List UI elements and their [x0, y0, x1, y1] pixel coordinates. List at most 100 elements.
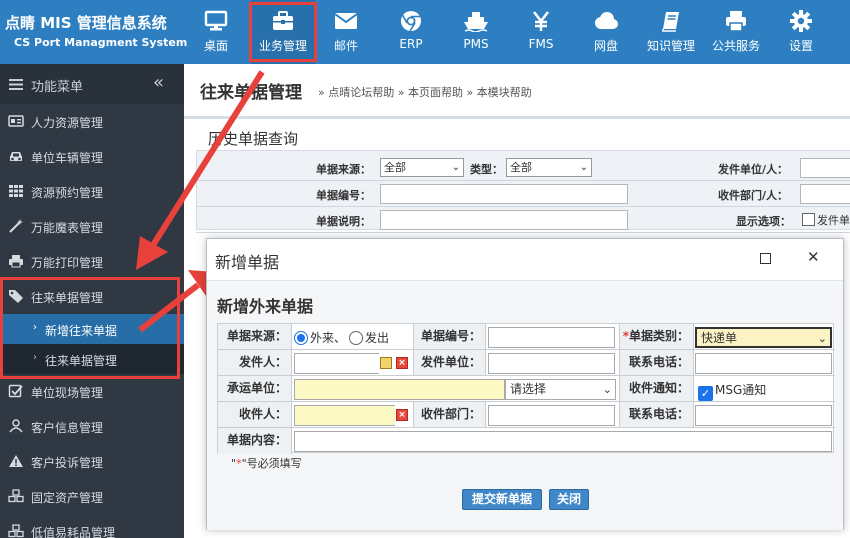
mail-icon — [314, 10, 378, 32]
sidebar-item-printing[interactable]: 万能打印管理 — [0, 244, 184, 279]
filter-desc-input[interactable] — [380, 210, 628, 230]
sender-input[interactable] — [294, 353, 379, 374]
filter-display-option[interactable]: 发件单 — [802, 212, 850, 228]
clear-icon[interactable]: × — [396, 409, 408, 421]
filter-row: 单据编号： 收件部门/人： — [196, 181, 850, 207]
carrier-input[interactable] — [294, 379, 505, 400]
sidebar-item-complaints[interactable]: 客户投诉管理 — [0, 444, 184, 479]
filter-sender-input[interactable] — [800, 158, 850, 178]
phone-label: 联系电话： — [620, 350, 694, 376]
carrier-cell: 请选择 ⌄ — [292, 376, 620, 402]
filter-row: 单据说明： 显示选项： 发件单 — [196, 207, 850, 233]
sidebar-item-magic-tables[interactable]: 万能魔表管理 — [0, 209, 184, 244]
filter-type-select[interactable]: 全部 ⌄ — [506, 158, 592, 177]
gear-icon — [769, 10, 833, 32]
nav-public-services[interactable]: 公共服务 — [704, 0, 768, 64]
clear-icon[interactable]: × — [396, 357, 408, 369]
sidebar-item-consumables[interactable]: 低值易耗品管理 — [0, 514, 184, 538]
grid-icon — [9, 185, 23, 197]
receiver-dept-input[interactable] — [488, 405, 615, 426]
nav-erp[interactable]: ERP — [379, 0, 443, 64]
content-label: 单据内容： — [218, 428, 292, 454]
document-number-input[interactable] — [488, 327, 615, 348]
source-label: 单据来源： — [218, 324, 292, 350]
notify-cell: ✓ MSG通知 — [694, 376, 835, 402]
dialog-titlebar[interactable]: 新增单据 ✕ — [207, 239, 843, 279]
history-query-title: 历史单据查询 — [208, 130, 299, 148]
dialog-body: 新增外来单据 单据来源： 外来、 发出 单据编号： *单据类别： 快递单 ⌄ 发件… — [207, 280, 843, 530]
number-label: 单据编号： — [414, 324, 486, 350]
nav-fms[interactable]: FMS — [509, 0, 573, 64]
user-icon — [9, 419, 23, 433]
maximize-button[interactable] — [760, 253, 771, 264]
sidebar-item-label: 单位车辆管理 — [31, 151, 104, 165]
cubes-icon — [8, 489, 24, 503]
filter-sender-label: 发件单位/人： — [718, 163, 789, 176]
source-cell: 外来、 发出 — [292, 324, 414, 350]
filter-source-select[interactable]: 全部 ⌄ — [380, 158, 464, 177]
sidebar-item-customers[interactable]: 客户信息管理 — [0, 409, 184, 444]
receiver-dept-label: 收件部门： — [414, 402, 486, 428]
submit-button[interactable]: 提交新单据 — [462, 489, 542, 510]
close-icon[interactable]: ✕ — [807, 248, 820, 266]
msg-notify-checkbox[interactable]: ✓ MSG通知 — [698, 381, 766, 401]
nav-label: 桌面 — [203, 39, 228, 53]
sidebar-item-hr[interactable]: 人力资源管理 — [0, 104, 184, 139]
nav-pms[interactable]: PMS — [444, 0, 508, 64]
collapse-sidebar-button[interactable]: « — [153, 72, 164, 93]
carrier-label: 承运单位： — [218, 376, 292, 402]
page-title: 往来单据管理 — [200, 83, 302, 103]
picker-icon[interactable] — [380, 357, 392, 369]
nav-desktop[interactable]: 桌面 — [184, 0, 248, 64]
top-navbar: 点睛 MIS 管理信息系统 CS Port Managment System 桌… — [0, 0, 850, 64]
source-radio-outgoing[interactable]: 发出 — [349, 329, 389, 346]
sidebar-header: 功能菜单 « — [0, 64, 184, 104]
magic-wand-icon — [9, 219, 23, 233]
sidebar-item-label: 客户投诉管理 — [31, 456, 104, 470]
sidebar-item-site[interactable]: 单位现场管理 — [0, 374, 184, 409]
nav-label: PMS — [463, 37, 489, 51]
nav-netdisk[interactable]: 网盘 — [574, 0, 638, 64]
phone-cell — [694, 350, 835, 376]
document-content-input[interactable] — [294, 431, 832, 452]
sender-unit-input[interactable] — [488, 353, 615, 374]
sender-unit-cell — [486, 350, 620, 376]
new-document-dialog: 新增单据 ✕ 新增外来单据 单据来源： 外来、 发出 单据编号： *单据类别： … — [206, 238, 844, 530]
sidebar-item-fixed-assets[interactable]: 固定资产管理 — [0, 479, 184, 514]
check-square-icon — [8, 384, 23, 398]
nav-knowledge[interactable]: 知识管理 — [639, 0, 703, 64]
receiver-phone-input[interactable] — [695, 405, 832, 426]
receiver-cell: × — [292, 402, 414, 428]
chevron-down-icon: ⌄ — [451, 162, 460, 173]
desktop-icon — [184, 10, 248, 32]
cloud-icon — [574, 10, 638, 32]
ship-icon — [444, 10, 508, 32]
receiver-dept-cell — [486, 402, 620, 428]
filter-number-input[interactable] — [380, 184, 628, 204]
brand-title: 点睛 MIS 管理信息系统 — [5, 14, 167, 32]
help-links[interactable]: » 点晴论坛帮助 » 本页面帮助 » 本模块帮助 — [318, 84, 532, 100]
nav-label: FMS — [528, 37, 554, 51]
filter-display-label: 显示选项： — [736, 215, 791, 228]
type-label: *单据类别： — [620, 324, 694, 350]
filter-desc-label: 单据说明： — [316, 215, 371, 228]
sidebar-item-label: 低值易耗品管理 — [31, 526, 116, 538]
receiver-input[interactable] — [294, 405, 395, 426]
nav-label: 设置 — [788, 39, 813, 53]
carrier-select[interactable]: 请选择 ⌄ — [505, 379, 616, 400]
sender-phone-input[interactable] — [695, 353, 832, 374]
sidebar-item-vehicles[interactable]: 单位车辆管理 — [0, 139, 184, 174]
nav-label: ERP — [399, 37, 423, 51]
nav-settings[interactable]: 设置 — [769, 0, 833, 64]
nav-label: 网盘 — [593, 39, 618, 53]
sidebar-item-reservations[interactable]: 资源预约管理 — [0, 174, 184, 209]
nav-mail[interactable]: 邮件 — [314, 0, 378, 64]
source-radio-external[interactable]: 外来、 — [294, 329, 346, 346]
close-button[interactable]: 关闭 — [549, 489, 589, 510]
filter-dept-label: 收件部门/人： — [718, 189, 789, 202]
filter-row: 单据来源： 全部 ⌄ 类型： 全部 ⌄ 发件单位/人： — [196, 155, 850, 181]
cubes-icon — [8, 524, 24, 538]
document-type-select[interactable]: 快递单 ⌄ — [695, 327, 832, 348]
filter-dept-input[interactable] — [800, 184, 850, 204]
type-cell: 快递单 ⌄ — [694, 324, 835, 350]
